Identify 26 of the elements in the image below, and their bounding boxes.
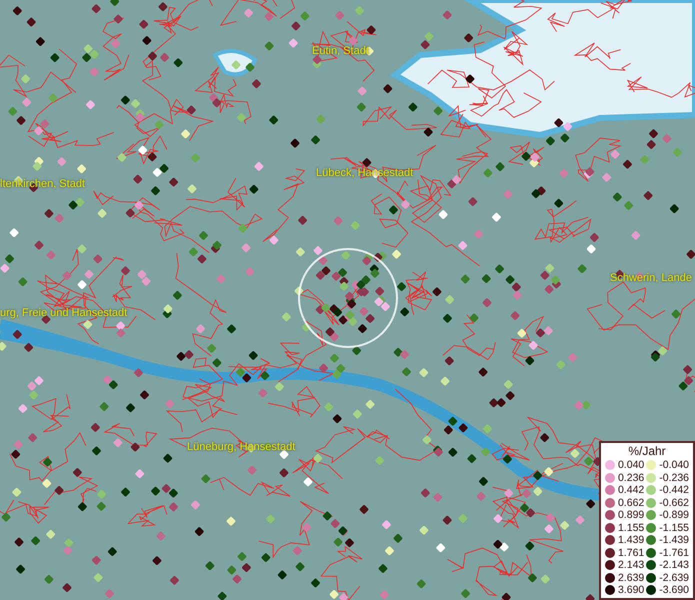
legend-value: 3.690 bbox=[618, 585, 644, 596]
legend-value: -2.639 bbox=[659, 572, 690, 583]
legend-value: 0.442 bbox=[618, 485, 644, 496]
legend-value: -1.761 bbox=[659, 548, 690, 558]
legend-value: 1.155 bbox=[618, 522, 644, 533]
legend-value: 1.761 bbox=[618, 548, 644, 558]
legend-value: 0.040 bbox=[618, 460, 644, 470]
legend-value: -0.442 bbox=[659, 485, 690, 496]
place-label: Lüneburg, Hansestadt bbox=[187, 442, 296, 453]
legend-value: 0.662 bbox=[618, 498, 644, 508]
place-label: ltenkirchen, Stadt bbox=[0, 179, 85, 190]
legend-value: 2.639 bbox=[618, 572, 644, 583]
legend-value: 0.899 bbox=[618, 510, 644, 520]
legend-value: 2.143 bbox=[618, 560, 644, 570]
legend-value: -0.662 bbox=[659, 498, 690, 508]
legend-title: %/Jahr bbox=[628, 444, 666, 458]
legend-value: -0.899 bbox=[659, 510, 690, 520]
place-label: Schwerin, Lande bbox=[610, 273, 692, 284]
legend-value: -3.690 bbox=[659, 585, 690, 596]
legend-value: -0.236 bbox=[659, 472, 690, 483]
legend-value: 1.439 bbox=[618, 535, 644, 546]
legend-value: 0.236 bbox=[618, 472, 644, 483]
legend-value: -0.040 bbox=[659, 460, 690, 470]
legend-value: -1.439 bbox=[659, 535, 690, 546]
legend-value: -2.143 bbox=[659, 560, 690, 570]
legend-value: -1.155 bbox=[659, 522, 690, 533]
